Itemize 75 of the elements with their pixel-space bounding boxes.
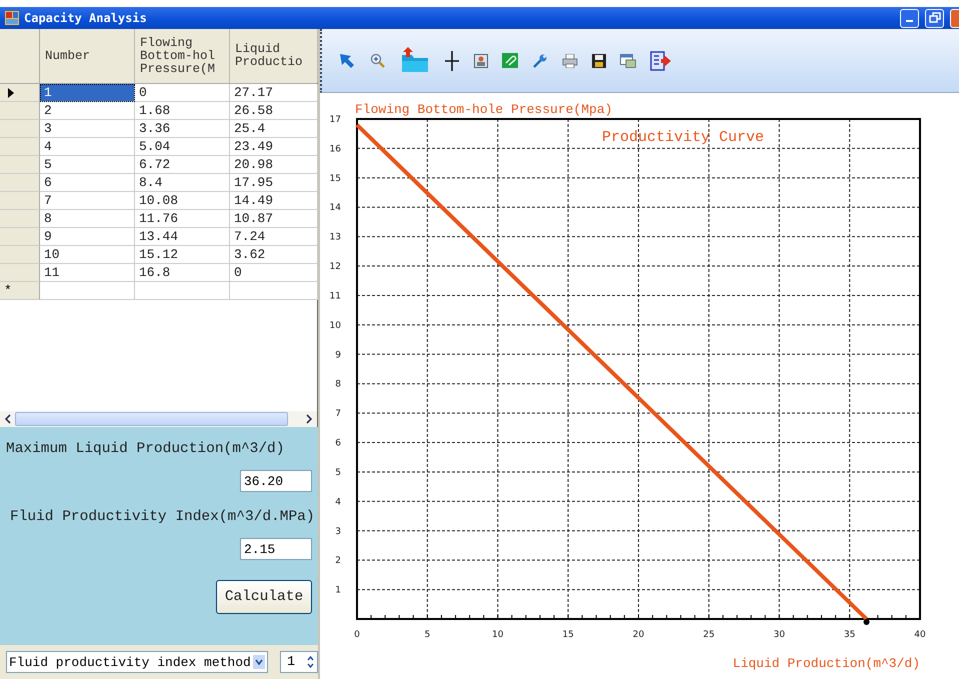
- y-tick-label: 9: [335, 350, 341, 360]
- table-cell: 13.44: [135, 228, 230, 246]
- method-dropdown[interactable]: Fluid productivity index method: [6, 651, 268, 673]
- y-tick-label: 15: [330, 174, 341, 184]
- x-tick-label: 5: [424, 630, 430, 640]
- table-cell: 2: [40, 102, 135, 120]
- table-cell: 20.98: [230, 156, 318, 174]
- y-tick-label: 7: [335, 409, 341, 420]
- y-tick-label: 6: [335, 438, 341, 449]
- productivity-index-label: Fluid Productivity Index(m^3/d.MPa): [10, 509, 315, 525]
- column-header[interactable]: Number: [40, 29, 135, 83]
- y-tick-label: 10: [330, 320, 341, 331]
- table-cell: 17.95: [230, 174, 318, 192]
- table-cell: 26.58: [230, 102, 318, 120]
- table-cell: 0: [230, 264, 318, 282]
- y-tick-label: 8: [335, 380, 341, 390]
- table-cell: 10.87: [230, 210, 318, 228]
- y-tick-label: 5: [335, 468, 341, 478]
- table-cell: 3: [40, 120, 135, 138]
- table-cell: 9: [40, 228, 135, 246]
- table-cell: 7: [40, 192, 135, 210]
- y-tick-label: 2: [335, 556, 341, 566]
- table-cell: 14.49: [230, 192, 318, 210]
- y-tick-label: 11: [330, 291, 341, 302]
- table-cell: 5: [40, 156, 135, 174]
- table-cell: 5.04: [135, 138, 230, 156]
- table-cell: 23.49: [230, 138, 318, 156]
- new-row-header[interactable]: *: [0, 282, 40, 300]
- x-tick-label: 40: [914, 630, 926, 640]
- y-axis-title: Flowing Bottom-hole Pressure(Mpa): [355, 102, 612, 117]
- table-cell: 10: [40, 246, 135, 264]
- new-row-marker: *: [4, 283, 12, 298]
- table-cell: 25.4: [230, 120, 318, 138]
- max-production-label: Maximum Liquid Production(m^3/d): [6, 441, 284, 457]
- table-cell: 11: [40, 264, 135, 282]
- table-cell: 15.12: [135, 246, 230, 264]
- chart-title: Productivity Curve: [602, 129, 764, 146]
- y-tick-label: 13: [330, 232, 341, 243]
- count-spinner[interactable]: 1: [280, 651, 318, 673]
- productivity-index-field[interactable]: 2.15: [240, 538, 312, 560]
- table-cell: 3.62: [230, 246, 318, 264]
- table-cell: 6.72: [135, 156, 230, 174]
- table-cell: 4: [40, 138, 135, 156]
- table-cell: 1.68: [135, 102, 230, 120]
- table-cell: 27.17: [230, 84, 318, 102]
- x-tick-label: 20: [632, 630, 644, 640]
- column-header[interactable]: Liquid Productio: [230, 29, 318, 83]
- x-tick-label: 10: [492, 630, 504, 640]
- table-cell: 0: [135, 84, 230, 102]
- table-cell: 8: [40, 210, 135, 228]
- column-header[interactable]: Flowing Bottom-hol Pressure(M: [135, 29, 230, 83]
- table-cell: 8.4: [135, 174, 230, 192]
- y-tick-label: 16: [330, 144, 341, 154]
- y-tick-label: 4: [335, 497, 341, 508]
- y-tick-label: 3: [335, 526, 341, 537]
- y-tick-label: 17: [330, 115, 341, 125]
- table-cell: 1: [40, 84, 135, 102]
- table-cell: 16.8: [135, 264, 230, 282]
- table-cell: 7.24: [230, 228, 318, 246]
- table-cell: 6: [40, 174, 135, 192]
- table-cell: 11.76: [135, 210, 230, 228]
- window-title: Capacity Analysis: [24, 11, 147, 25]
- x-tick-label: 0: [354, 630, 360, 640]
- y-tick-label: 14: [330, 203, 341, 214]
- y-tick-label: 12: [330, 262, 341, 272]
- x-axis-title: Liquid Production(m^3/d): [732, 656, 920, 671]
- table-cell: 10.08: [135, 192, 230, 210]
- x-tick-label: 30: [774, 630, 785, 640]
- x-tick-label: 35: [844, 630, 856, 640]
- calculate-button[interactable]: Calculate: [216, 580, 312, 614]
- y-tick-label: 1: [335, 586, 341, 596]
- max-production-field[interactable]: 36.20: [240, 470, 312, 492]
- x-tick-label: 15: [562, 630, 574, 640]
- x-tick-label: 25: [703, 630, 715, 640]
- table-cell: 3.36: [135, 120, 230, 138]
